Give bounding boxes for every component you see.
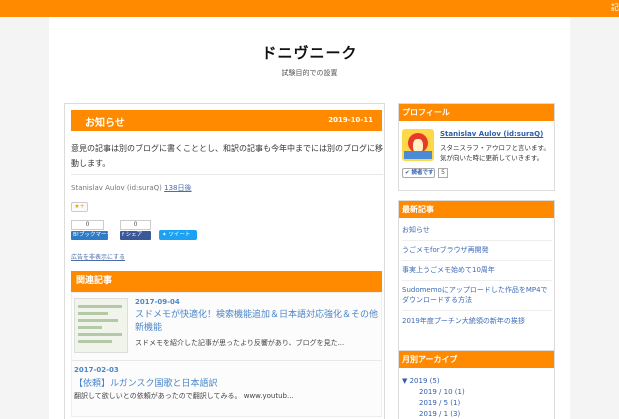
related-list: 2017-09-04 スドメモが快適化！検索機能追加＆日本語対応強化＆その他新機…	[71, 292, 382, 417]
recent-posts-module: 最新記事 お知らせ うごメモforブラウザ再開発 事実上うごメモ始めて10周年 …	[398, 200, 555, 355]
entry-elapsed-link[interactable]: 138日後	[164, 184, 191, 192]
tweet-label: ツイート	[168, 232, 191, 238]
entry-footer: Stanislav Aulov (id:suraQ) 138日後	[71, 183, 192, 193]
related-title-link[interactable]: 【依頼】ルガンスク国歌と日本語訳	[74, 376, 218, 389]
hatena-bookmark-widget: 0 B!ブックマーク	[71, 220, 112, 241]
check-icon: ✔	[405, 170, 410, 176]
facebook-share-widget: 0 f シェア	[120, 220, 157, 241]
divider	[402, 260, 552, 261]
subscribe-button[interactable]: ✔ 読者です	[402, 168, 435, 178]
entry-date[interactable]: 2019-10-11	[328, 116, 373, 124]
entry-body: 意見の記事は別のブログに書くこととし、和訳の記事も今年中までには別のブログに移動…	[71, 144, 383, 168]
profile-name-link[interactable]: Stanislav Aulov (id:suraQ)	[440, 130, 543, 138]
divider	[402, 310, 552, 311]
archive-month-link[interactable]: 2019 / 10 (1)	[419, 388, 465, 396]
recent-post-link[interactable]: 事実上うごメモ始めて10周年	[402, 265, 552, 275]
profile-heading: プロフィール	[399, 104, 554, 121]
reader-count: 5	[438, 168, 448, 178]
related-thumbnail[interactable]	[74, 298, 128, 353]
related-title-link[interactable]: スドメモが快適化！検索機能追加＆日本語対応強化＆その他新機能	[135, 309, 379, 335]
profile-module: プロフィール Stanislav Aulov (id:suraQ) スタニスラフ…	[398, 103, 555, 191]
hatena-bookmark-count: 0	[71, 220, 104, 230]
recent-post-link[interactable]: Sudomemoにアップロードした作品をMP4でダウンロードする方法	[402, 285, 552, 305]
add-star-button[interactable]: ★+	[71, 202, 88, 212]
divider	[402, 280, 552, 281]
divider	[72, 360, 381, 361]
top-bar: 記	[0, 0, 619, 17]
recent-heading: 最新記事	[399, 201, 554, 218]
facebook-share-count: 0	[120, 220, 151, 230]
tweet-button[interactable]: ✦ ツイート	[159, 230, 197, 240]
entry: お知らせ 2019-10-11 意見の記事は別のブログに書くこととし、和訳の記事…	[64, 103, 385, 419]
entry-title[interactable]: お知らせ	[85, 114, 125, 129]
hide-ads-link[interactable]: 広告を非表示にする	[71, 252, 125, 261]
page: ドニヴニーク 試験目的での設置 お知らせ 2019-10-11 意見の記事は別の…	[49, 17, 570, 419]
divider	[402, 240, 552, 241]
divider	[71, 174, 383, 175]
recent-post-link[interactable]: うごメモforブラウザ再開発	[402, 245, 552, 255]
related-date: 2017-02-03	[74, 366, 119, 374]
archive-module: 月別アーカイブ ▼ 2019 (5) 2019 / 10 (1) 2019 / …	[398, 350, 555, 419]
recent-post-link[interactable]: 2019年度プーチン大統領の新年の挨拶	[402, 316, 552, 326]
archive-month-link[interactable]: 2019 / 1 (3)	[419, 410, 460, 418]
related-date: 2017-09-04	[135, 298, 180, 306]
archive-year-toggle[interactable]: ▼ 2019 (5)	[402, 377, 440, 385]
top-bar-text[interactable]: 記	[611, 2, 619, 13]
recent-post-link[interactable]: お知らせ	[402, 225, 552, 235]
related-excerpt: スドメモを紹介した記事が思ったより反響があり、ブログを見た...	[135, 339, 345, 347]
related-heading: 関連記事	[71, 271, 382, 292]
twitter-bird-icon: ✦	[162, 232, 167, 238]
entry-header: お知らせ 2019-10-11	[71, 110, 382, 131]
archive-heading: 月別アーカイブ	[399, 351, 554, 368]
avatar[interactable]	[402, 129, 434, 161]
archive-month-link[interactable]: 2019 / 5 (1)	[419, 399, 460, 407]
facebook-share-button[interactable]: f シェア	[120, 231, 151, 240]
entry-author: Stanislav Aulov (id:suraQ)	[71, 184, 162, 192]
subscribe-label: 読者です	[411, 170, 434, 176]
blog-description: 試験目的での設置	[281, 69, 338, 77]
blog-title[interactable]: ドニヴニーク	[49, 42, 570, 63]
related-excerpt: 翻訳して欲しいとの依頼があったので翻訳してみる。 www.youtub...	[74, 392, 294, 400]
hatena-bookmark-button[interactable]: B!ブックマーク	[71, 231, 112, 240]
profile-description: スタニスラフ・アウロフと言います。気が向いた時に更新していきます。	[440, 144, 550, 162]
